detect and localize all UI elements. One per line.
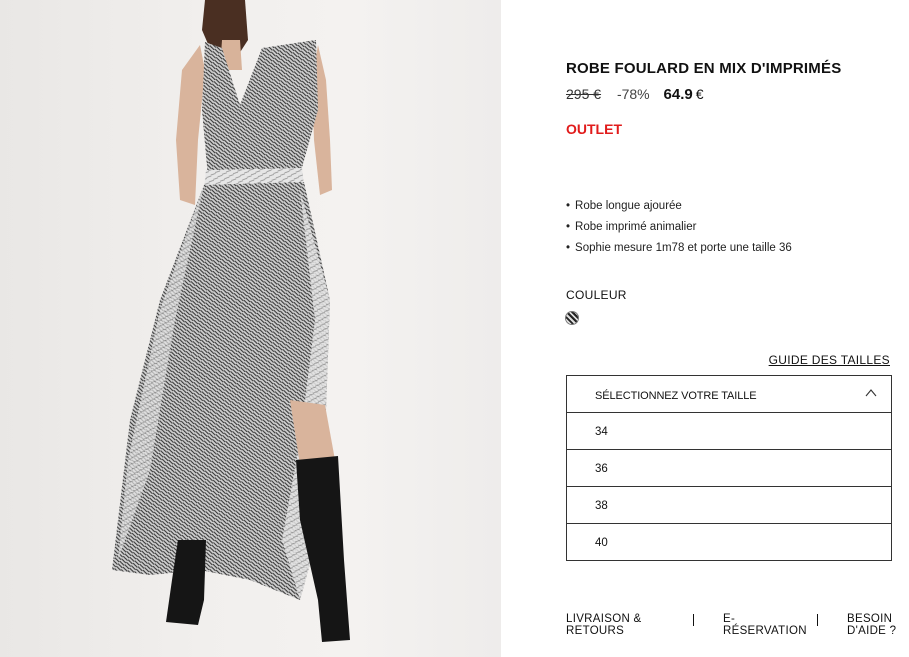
size-option-38[interactable]: 38 [567, 487, 891, 524]
need-help-link[interactable]: BESOIN D'AIDE ? [847, 613, 896, 637]
product-photo [0, 0, 501, 657]
feature-item: Robe longue ajourée [566, 199, 792, 220]
e-reservation-link[interactable]: E- RÉSERVATION [723, 613, 807, 637]
size-select-label: SÉLECTIONNEZ VOTRE TAILLE [595, 390, 757, 402]
original-price: 295 € [566, 86, 602, 102]
animal-print-swatch-icon[interactable] [566, 312, 578, 324]
size-option-40[interactable]: 40 [567, 524, 891, 560]
footer-divider [817, 614, 818, 626]
color-label: COULEUR [566, 288, 627, 302]
footer-link-line: RETOURS [566, 625, 625, 637]
size-option-34[interactable]: 34 [567, 413, 891, 450]
size-selector: SÉLECTIONNEZ VOTRE TAILLE 34 36 38 40 [566, 375, 892, 561]
product-info-panel: ROBE FOULARD EN MIX D'IMPRIMÉS 295 € -78… [566, 0, 896, 657]
size-option-label: 36 [595, 463, 608, 475]
size-option-label: 40 [595, 537, 608, 549]
sale-currency: € [695, 86, 704, 102]
price-row: 295 € -78% 64.9 € [566, 86, 704, 103]
footer-link-line: E- [723, 613, 736, 625]
size-option-36[interactable]: 36 [567, 450, 891, 487]
footer-divider [693, 614, 694, 626]
model-illustration [112, 0, 350, 642]
feature-item: Sophie mesure 1m78 et porte une taille 3… [566, 241, 792, 262]
feature-item: Robe imprimé animalier [566, 220, 792, 241]
product-title: ROBE FOULARD EN MIX D'IMPRIMÉS [566, 60, 842, 77]
product-features: Robe longue ajourée Robe imprimé animali… [566, 199, 792, 262]
size-option-label: 34 [595, 426, 608, 438]
size-guide-link[interactable]: GUIDE DES TAILLES [769, 353, 890, 367]
footer-link-line: RÉSERVATION [723, 625, 807, 637]
footer-link-line: LIVRAISON & [566, 613, 642, 625]
shipping-returns-link[interactable]: LIVRAISON & RETOURS [566, 613, 642, 637]
size-option-label: 38 [595, 500, 608, 512]
discount-percent: -78% [616, 86, 650, 102]
size-select-header[interactable]: SÉLECTIONNEZ VOTRE TAILLE [567, 376, 891, 413]
chevron-up-icon [865, 389, 877, 397]
outlet-badge: OUTLET [566, 121, 622, 137]
footer-link-line: D'AIDE ? [847, 625, 897, 637]
footer-link-line: BESOIN [847, 613, 893, 625]
sale-price: 64.9 [663, 86, 693, 103]
